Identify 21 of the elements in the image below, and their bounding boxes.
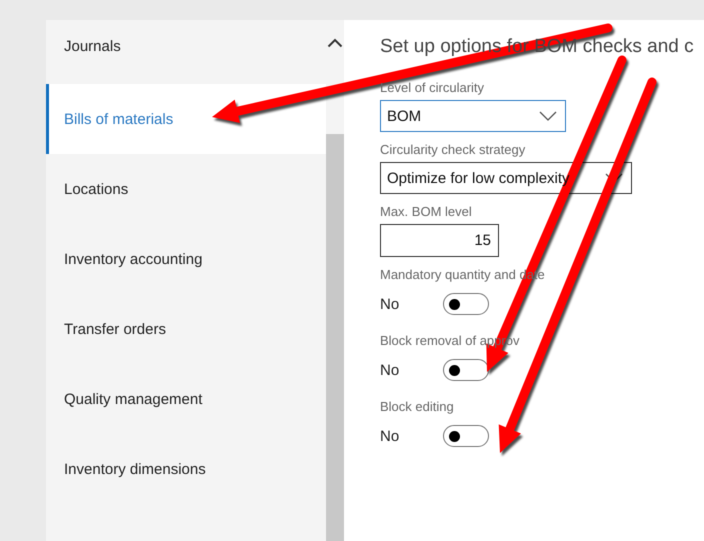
number-field[interactable]: 15	[380, 224, 499, 257]
toggle-value: No	[380, 428, 400, 444]
sidebar-item[interactable]: Quality management	[46, 364, 326, 434]
scroll-up-icon[interactable]	[327, 38, 343, 48]
field-label: Max. BOM level	[380, 204, 472, 219]
sidebar-item[interactable]: Inventory dimensions	[46, 434, 326, 504]
sidebar-item[interactable]: Bills of materials	[46, 84, 326, 154]
toggle-switch[interactable]	[443, 359, 489, 381]
sidebar-item[interactable]: Transfer orders	[46, 294, 326, 364]
toggle-switch[interactable]	[443, 425, 489, 447]
toggle-value: No	[380, 362, 400, 378]
sidebar-item[interactable]: Locations	[46, 154, 326, 224]
chevron-down-icon	[539, 111, 557, 121]
field-label: Block editing	[380, 399, 454, 414]
toggle-value: No	[380, 296, 400, 312]
field-label: Circularity check strategy	[380, 142, 526, 157]
sidebar-item[interactable]: Inventory accounting	[46, 224, 326, 294]
toggle-switch[interactable]	[443, 293, 489, 315]
scrollbar-thumb[interactable]	[326, 134, 344, 541]
dropdown-field[interactable]: BOM	[380, 100, 566, 132]
sidebar-item[interactable]: Journals	[46, 20, 326, 84]
